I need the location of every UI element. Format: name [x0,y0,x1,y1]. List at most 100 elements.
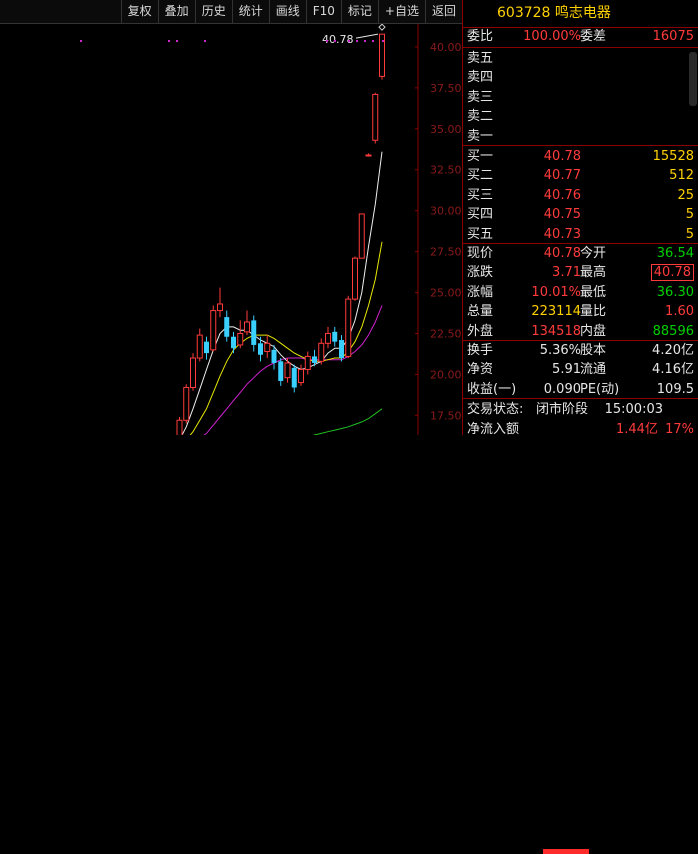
quote-label-2: 今开 [580,246,607,261]
weibi-value: 100.00% [523,29,581,44]
sell-level-row: 卖五 [463,50,698,68]
quote-value-2: 36.30 [656,284,694,300]
fund-value: 5.91 [552,362,581,378]
toolbar-btn-mark[interactable]: 标记 [340,0,378,23]
toolbar-btn-statistics[interactable]: 统计 [231,0,269,23]
fund-value: 0.090 [543,381,581,397]
net-inflow-label: 净流入额 [467,422,520,437]
toolbar-btn-f10[interactable]: F10 [305,0,341,23]
buy-level-price: 40.75 [543,207,581,223]
candle-body-up [210,310,217,351]
stock-code: 603728 [497,5,551,21]
event-marker-dot [168,40,170,42]
quote-label: 涨跌 [467,265,494,281]
buy-level-row: 买三 40.76 25 [463,187,698,205]
sell-level-label: 卖二 [467,109,494,125]
candle-body-up [264,342,271,352]
candle-body-down [204,341,209,354]
weicha-label: 委差 [580,29,607,44]
candle-body-down [224,317,230,337]
fund-value-2: 4.20亿 [652,343,694,358]
y-tick-label: 37.50 [430,82,462,95]
buy-level-volume: 5 [685,226,694,242]
trade-status-row: 交易状态: 闭市阶段 15:00:03 [463,401,698,419]
buy-level-label: 买五 [467,226,494,242]
buy-level-price: 40.78 [543,149,581,164]
fund-label-2: 股本 [580,343,607,358]
buy-level-label: 买一 [467,149,494,164]
toolbar-btn-restore-rights[interactable]: 复权 [120,0,158,23]
quote-value-2: 1.60 [665,304,694,320]
buy-level-row: 买一 40.78 15528 [463,148,698,166]
sell-level-row: 卖二 [463,108,698,126]
quote-label: 涨幅 [467,284,494,300]
quote-value-2: 36.54 [656,246,694,261]
quote-label: 外盘 [467,323,494,339]
buy-level-row: 买五 40.73 5 [463,226,698,244]
buy-level-row: 买四 40.75 5 [463,206,698,224]
candle-body-down [339,340,344,359]
quote-value: 134518 [531,323,581,339]
quote-panel: 603728 鸣志电器 委比 100.00% 委差 16075 交易状态: 闭市… [463,0,698,854]
buy-level-price: 40.73 [543,226,581,242]
event-marker-dot [382,40,384,42]
y-tick-label: 40.00 [430,41,462,54]
chart-toolbar: 复权 叠加 历史 统计 画线 F10 标记 +自选 返回 [0,0,462,24]
fundamental-row: 收益(一) 0.090 PE(动) 109.5 [463,381,698,399]
fund-label-2: PE(动) [580,381,620,397]
weibi-label: 委比 [467,29,494,44]
candlestick-chart[interactable]: 40.00 37.50 35.00 32.50 30.00 27.50 25.00 22.50… [0,24,462,435]
buy-level-label: 买四 [467,207,494,223]
buy-level-label: 买二 [467,168,494,184]
y-tick-label: 30.00 [430,205,462,218]
toolbar-btn-add-watchlist[interactable]: +自选 [377,0,425,23]
toolbar-btn-overlay[interactable]: 叠加 [157,0,195,23]
candle-body-up [345,298,352,357]
fund-value-2: 4.16亿 [652,362,694,378]
buy-level-price: 40.77 [543,168,581,184]
candle-body-up [304,355,311,371]
candle-body-down [251,320,257,345]
quote-label: 总量 [467,304,494,320]
event-marker-dot [348,40,350,42]
trade-status-label: 交易状态: [467,402,524,417]
fundamental-row: 净资 5.91 流通 4.16亿 [463,361,698,379]
buy-level-volume: 25 [677,187,694,203]
toolbar-btn-draw-line[interactable]: 画线 [268,0,306,23]
weibi-row: 委比 100.00% 委差 16075 [463,28,698,46]
high-marker-label: 40.78 [322,33,354,46]
candle-body-up [352,257,358,300]
candle-body-up [217,303,223,312]
y-tick-label: 32.50 [430,164,462,177]
toolbar-btn-back[interactable]: 返回 [424,0,462,23]
y-tick-label: 25.00 [430,287,462,300]
net-inflow-bar [543,849,589,854]
candle-body-up [372,93,379,141]
candle-body-up [325,332,331,344]
event-marker-dot [334,40,336,42]
candle-body-up [244,321,250,333]
toolbar-btn-history[interactable]: 历史 [194,0,232,23]
y-tick-label: 20.00 [430,368,462,381]
weicha-value: 16075 [652,29,694,44]
quote-label-2: 最低 [580,284,607,300]
stock-name: 鸣志电器 [554,5,611,21]
buy-level-volume: 5 [685,207,694,223]
sell-level-label: 卖三 [467,89,494,105]
sell-level-label: 卖一 [467,128,494,144]
quote-label-2: 量比 [580,304,607,320]
candle-body-down [271,349,277,363]
candle-body-down [278,361,284,381]
y-tick-label: 22.50 [430,327,462,340]
ma5-line [181,151,383,435]
candle-body-up [183,387,190,421]
candle-body-up [176,419,183,435]
candle-body-down [258,343,263,355]
candle-body-down [312,356,317,363]
trade-status-value: 闭市阶段 [536,402,589,417]
candle-body-down [291,367,297,388]
candle-body-down [332,331,338,342]
quote-label: 现价 [467,246,494,261]
quote-value-2: 88596 [652,323,694,339]
event-marker-dot [80,40,82,42]
